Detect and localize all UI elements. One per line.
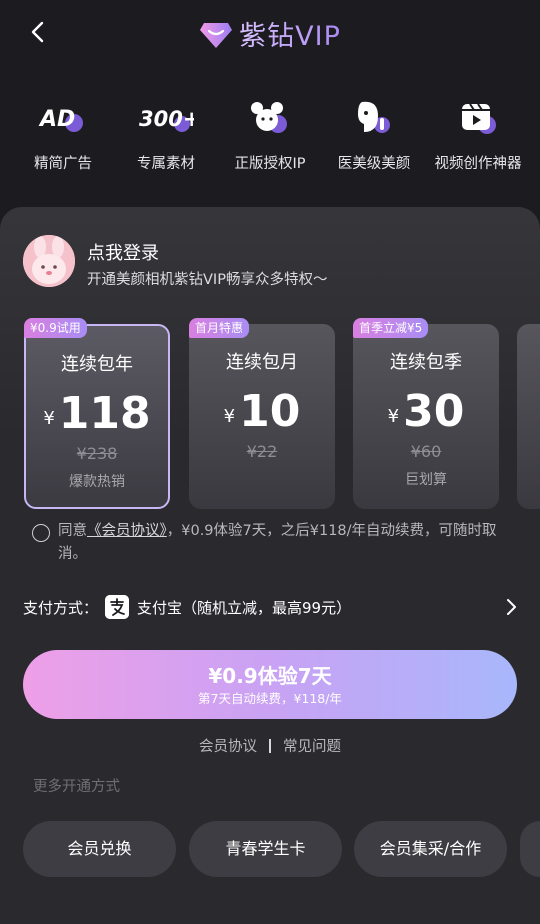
plan-name: 连续包季 [390,352,462,373]
top-bar: 紫钻VIP [0,0,540,64]
plan-price: ¥118 [26,388,168,439]
currency-symbol: ¥ [387,406,400,427]
plan-tag: 首季立减¥5 [353,318,429,338]
ad-icon-text: AD [38,107,75,132]
feature-ad-free: AD 精简广告 [9,96,117,173]
plan-price: ¥30 [353,386,499,437]
divider [269,739,271,753]
chip-partial[interactable] [520,821,540,877]
video-creation-icon [462,103,496,134]
feature-licensed-ip: 正版授权IP [216,96,324,173]
plan-note: 爆款热销 [69,474,125,490]
login-subtitle: 开通美颜相机紫钻VIP畅享众多特权～ [87,272,328,288]
chip-student-card[interactable]: 青春学生卡 [189,821,342,877]
material-icon-text: 300+ [139,107,194,131]
purchase-button-subtitle: 第7天自动续费，¥118/年 [198,691,342,706]
currency-symbol: ¥ [223,406,236,427]
bunny-avatar-icon [23,235,75,287]
plan-card-yearly[interactable]: ¥0.9试用 连续包年 ¥118 ¥238 爆款热销 [24,318,170,509]
more-methods-heading: 更多开通方式 [33,779,120,795]
feature-label: 精简广告 [34,156,92,172]
price-value: 10 [239,386,301,437]
plan-name: 连续包月 [226,352,298,373]
currency-symbol: ¥ [43,408,55,429]
feature-beauty: 医美级美颜 [320,96,428,173]
ad-free-icon: AD [38,107,83,132]
page-title: 紫钻VIP [0,14,540,53]
more-methods-list: 会员兑换 青春学生卡 会员集采/合作 [0,821,540,879]
avatar[interactable] [23,235,75,287]
plan-card-quarterly[interactable]: 首季立减¥5 连续包季 ¥30 ¥60 巨划算 [353,318,499,509]
brand-title: 紫钻VIP [239,21,341,52]
chevron-right-icon[interactable] [499,595,523,619]
original-price: ¥60 [410,442,442,461]
chip-bulk-purchase[interactable]: 会员集采/合作 [354,821,507,877]
plan-tag: ¥0.9试用 [24,318,87,338]
agreement-radio[interactable] [32,524,50,542]
login-prompt[interactable]: 点我登录 开通美颜相机紫钻VIP畅享众多特权～ [23,235,540,289]
payment-method-row[interactable]: 支付方式： 支付宝（随机立减，最高99元） [23,593,523,623]
beauty-face-icon [358,101,390,133]
footer-links: 会员协议 常见问题 [0,735,540,756]
licensed-ip-icon [251,102,287,133]
original-price: ¥22 [246,442,278,461]
login-title[interactable]: 点我登录 [87,239,159,265]
plan-price: ¥10 [189,386,335,437]
original-price: ¥238 [76,444,118,463]
price-value: 118 [58,388,151,439]
plan-tag: 首月特惠 [189,318,250,338]
purchase-button-title: ¥0.9体验7天 [208,664,332,688]
agreement-text: 同意《会员协议》，¥0.9体验7天，之后¥118/年自动续费，可随时取消。 [32,520,522,566]
plan-name: 连续包年 [61,354,133,375]
feature-label: 医美级美颜 [337,156,411,172]
exclusive-material-icon: 300+ [139,107,194,132]
price-value: 30 [403,386,465,437]
purchase-panel: 点我登录 开通美颜相机紫钻VIP畅享众多特权～ ¥0.9试用 连续包年 ¥118… [0,207,540,924]
feature-label: 视频创作神器 [434,156,522,172]
plan-note: 巨划算 [405,472,447,488]
member-agreement-footer-link[interactable]: 会员协议 [199,739,257,755]
diamond-icon [200,23,233,48]
payment-label: 支付方式： [23,599,99,617]
plan-card-monthly[interactable]: 首月特惠 连续包月 ¥10 ¥22 [189,318,335,509]
feature-video: 视频创作神器 [424,96,532,173]
member-agreement-link[interactable]: 《会员协议》 [87,523,167,539]
chip-redeem[interactable]: 会员兑换 [23,821,176,877]
purchase-button[interactable]: ¥0.9体验7天 第7天自动续费，¥118/年 [23,650,517,719]
payment-method: 支付宝（随机立减，最高99元） [137,599,352,617]
agreement-row: 同意《会员协议》，¥0.9体验7天，之后¥118/年自动续费，可随时取消。 [32,520,522,566]
faq-link[interactable]: 常见问题 [283,739,341,755]
plan-card-partial[interactable] [517,324,540,509]
plan-list: ¥0.9试用 连续包年 ¥118 ¥238 爆款热销 首月特惠 连续包月 ¥10… [0,318,540,510]
agreement-prefix: 同意 [58,523,87,539]
feature-exclusive-material: 300+ 专属素材 [112,96,220,173]
feature-label: 正版授权IP [234,156,306,172]
feature-list: AD 精简广告 300+ 专属素材 正版授权IP [0,96,540,186]
alipay-icon [105,595,129,619]
feature-label: 专属素材 [137,156,195,172]
